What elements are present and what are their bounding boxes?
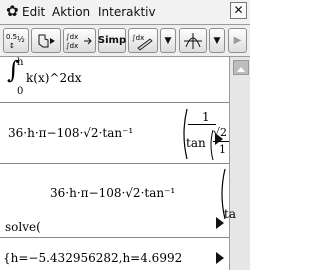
- line-separator: [0, 163, 229, 164]
- hand-pointer-icon: [38, 34, 55, 47]
- fraction-decimal-icon: 0.5 ↕ ½: [6, 33, 25, 50]
- integral-pencil-icon: ∫dx: [132, 34, 153, 51]
- scroll-right-icon[interactable]: [216, 217, 224, 229]
- line-separator: [0, 237, 229, 238]
- solve-command: solve(: [5, 220, 41, 234]
- vertical-scrollbar[interactable]: [229, 57, 250, 270]
- output1-frac-line: [188, 124, 216, 125]
- menu-interaktiv[interactable]: Interaktiv: [98, 5, 156, 19]
- graph-tool-button[interactable]: [179, 28, 207, 53]
- svg-text:0.5: 0.5: [6, 33, 17, 41]
- solution-result: {h=−5.432956282,h=4.6992: [3, 251, 183, 265]
- dropdown-arrow-button-2[interactable]: ▼: [209, 28, 225, 53]
- output1-frac-numerator: 1: [202, 110, 210, 124]
- svg-text:∫dx: ∫dx: [66, 33, 78, 41]
- menu-bar: ✿ Edit Aktion Interaktiv ✕: [0, 0, 250, 25]
- output1-big-paren: [183, 108, 188, 160]
- integral-edit-button[interactable]: ∫dx: [128, 28, 158, 53]
- svg-text:∫dx: ∫dx: [66, 42, 78, 50]
- integral-upper-bound: h: [17, 57, 24, 68]
- simplify-label: Simp: [97, 35, 127, 46]
- graph-axes-icon: [184, 32, 202, 49]
- integral-template-button[interactable]: ∫dx ∫dx: [63, 28, 96, 53]
- chevron-down-icon: ▼: [164, 35, 172, 46]
- integral-expression: k(x)^2dx: [26, 71, 82, 85]
- output1-frac-denominator: tan: [186, 136, 206, 150]
- solve-frac-denominator: ta: [224, 207, 236, 221]
- hand-arrow-button[interactable]: [31, 28, 61, 53]
- svg-text:½: ½: [17, 35, 25, 44]
- svg-text:↕: ↕: [9, 42, 15, 50]
- menu-edit[interactable]: Edit: [22, 5, 45, 19]
- line-separator: [0, 102, 229, 103]
- integral-template-icon: ∫dx ∫dx: [66, 33, 92, 50]
- integral-lower-bound: 0: [17, 86, 24, 97]
- scroll-up-icon: [237, 67, 245, 72]
- fraction-decimal-toggle-button[interactable]: 0.5 ↕ ½: [3, 28, 29, 53]
- output1-expression: 36·h·π−108·√2·tan⁻¹: [8, 126, 134, 140]
- toolbar: 0.5 ↕ ½ ∫dx ∫dx Simp ∫dx ▼ ▼ ▶: [0, 25, 250, 57]
- play-right-icon: ▶: [233, 35, 242, 46]
- scroll-up-button[interactable]: [233, 60, 249, 75]
- main-work-area: ∫ h 0 k(x)^2dx 36·h·π−108·√2·tan⁻¹ 1 tan…: [0, 57, 236, 270]
- gear-icon[interactable]: ✿: [6, 3, 19, 19]
- svg-text:∫dx: ∫dx: [132, 34, 144, 42]
- solve-expression: 36·h·π−108·√2·tan⁻¹: [50, 186, 176, 200]
- close-icon[interactable]: ✕: [230, 2, 247, 19]
- toolbar-next-button[interactable]: ▶: [228, 28, 247, 53]
- scroll-right-icon[interactable]: [216, 252, 224, 264]
- simplify-button[interactable]: Simp: [98, 28, 126, 53]
- chevron-down-icon: ▼: [213, 35, 221, 46]
- scroll-right-icon[interactable]: [215, 133, 223, 145]
- menu-aktion[interactable]: Aktion: [52, 5, 90, 19]
- dropdown-arrow-button-1[interactable]: ▼: [160, 28, 176, 53]
